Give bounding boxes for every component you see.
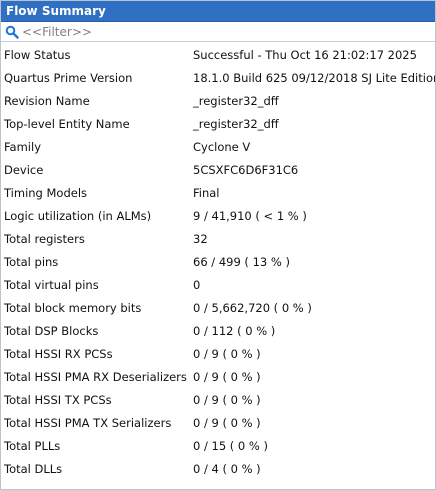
table-row[interactable]: Total HSSI PMA TX Serializers 0 / 9 ( 0 … — [1, 411, 435, 434]
row-label: Total HSSI PMA RX Deserializers — [4, 369, 187, 384]
row-value: 0 / 112 ( 0 % ) — [193, 323, 276, 338]
row-label: Total HSSI PMA TX Serializers — [4, 415, 172, 430]
row-value: 18.1.0 Build 625 09/12/2018 SJ Lite Edit… — [193, 70, 435, 85]
row-label: Family — [4, 139, 42, 154]
panel-title: Flow Summary — [1, 1, 435, 22]
filter-input[interactable] — [22, 24, 402, 39]
row-label: Total HSSI TX PCSs — [4, 392, 112, 407]
row-value: 9 / 41,910 ( < 1 % ) — [193, 208, 307, 223]
filter-bar — [1, 22, 435, 42]
summary-table: Flow Status Successful - Thu Oct 16 21:0… — [1, 42, 435, 480]
table-row[interactable]: Top-level Entity Name _register32_dff — [1, 112, 435, 135]
table-row[interactable]: Timing Models Final — [1, 181, 435, 204]
row-label: Logic utilization (in ALMs) — [4, 208, 152, 223]
row-label: Total DSP Blocks — [4, 323, 99, 338]
row-label: Total HSSI RX PCSs — [4, 346, 113, 361]
row-value: 0 / 9 ( 0 % ) — [193, 346, 261, 361]
row-value: _register32_dff — [193, 93, 279, 108]
table-row[interactable]: Family Cyclone V — [1, 135, 435, 158]
row-label: Total PLLs — [4, 438, 61, 453]
row-label: Timing Models — [4, 185, 88, 200]
row-value: 0 / 5,662,720 ( 0 % ) — [193, 300, 312, 315]
row-value: 0 / 4 ( 0 % ) — [193, 461, 261, 476]
table-row[interactable]: Total HSSI PMA RX Deserializers 0 / 9 ( … — [1, 365, 435, 388]
row-value: 0 / 9 ( 0 % ) — [193, 392, 261, 407]
row-label: Total DLLs — [4, 461, 63, 476]
row-value: 0 / 15 ( 0 % ) — [193, 438, 268, 453]
table-row[interactable]: Total pins 66 / 499 ( 13 % ) — [1, 250, 435, 273]
table-row[interactable]: Flow Status Successful - Thu Oct 16 21:0… — [1, 43, 435, 66]
row-value: Successful - Thu Oct 16 21:02:17 2025 — [193, 47, 417, 62]
row-value: 0 / 9 ( 0 % ) — [193, 369, 261, 384]
row-label: Top-level Entity Name — [4, 116, 130, 131]
table-row[interactable]: Total DSP Blocks 0 / 112 ( 0 % ) — [1, 319, 435, 342]
search-icon[interactable] — [4, 24, 20, 40]
table-row[interactable]: Total block memory bits 0 / 5,662,720 ( … — [1, 296, 435, 319]
row-label: Total block memory bits — [4, 300, 142, 315]
row-value: 5CSXFC6D6F31C6 — [193, 162, 299, 177]
row-value: Cyclone V — [193, 139, 251, 154]
row-label: Device — [4, 162, 44, 177]
row-value: 66 / 499 ( 13 % ) — [193, 254, 290, 269]
flow-summary-panel: Flow Summary Flow Status Successful - Th… — [0, 0, 436, 490]
table-row[interactable]: Total registers 32 — [1, 227, 435, 250]
row-label: Total registers — [4, 231, 85, 246]
table-row[interactable]: Revision Name _register32_dff — [1, 89, 435, 112]
table-row[interactable]: Logic utilization (in ALMs) 9 / 41,910 (… — [1, 204, 435, 227]
table-row[interactable]: Total DLLs 0 / 4 ( 0 % ) — [1, 457, 435, 480]
row-label: Total pins — [4, 254, 59, 269]
row-label: Quartus Prime Version — [4, 70, 133, 85]
table-row[interactable]: Device 5CSXFC6D6F31C6 — [1, 158, 435, 181]
row-value: _register32_dff — [193, 116, 279, 131]
row-label: Revision Name — [4, 93, 90, 108]
table-row[interactable]: Total HSSI TX PCSs 0 / 9 ( 0 % ) — [1, 388, 435, 411]
table-row[interactable]: Total virtual pins 0 — [1, 273, 435, 296]
table-row[interactable]: Quartus Prime Version 18.1.0 Build 625 0… — [1, 66, 435, 89]
row-value: 32 — [193, 231, 208, 246]
row-value: 0 — [193, 277, 201, 292]
row-value: 0 / 9 ( 0 % ) — [193, 415, 261, 430]
table-row[interactable]: Total PLLs 0 / 15 ( 0 % ) — [1, 434, 435, 457]
table-row[interactable]: Total HSSI RX PCSs 0 / 9 ( 0 % ) — [1, 342, 435, 365]
row-label: Flow Status — [4, 47, 71, 62]
row-label: Total virtual pins — [4, 277, 99, 292]
row-value: Final — [193, 185, 220, 200]
